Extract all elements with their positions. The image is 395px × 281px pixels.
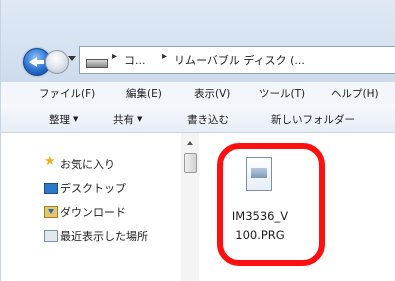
share-label: 共有 bbox=[113, 114, 134, 126]
menu-bar: ファイル(F) 編集(E) 表示(V) ツール(T) ヘルプ(H) bbox=[1, 82, 395, 105]
chevron-down-icon: ▼ bbox=[73, 115, 79, 123]
organize-button[interactable]: 整理 ▼ bbox=[49, 112, 78, 127]
nav-item-label: 最近表示した場所 bbox=[60, 230, 148, 243]
downloads-icon bbox=[44, 206, 58, 218]
star-icon: ★ bbox=[44, 154, 56, 169]
history-dropdown-icon[interactable] bbox=[68, 56, 76, 61]
menu-edit[interactable]: 編集(E) bbox=[126, 86, 162, 101]
new-folder-button[interactable]: 新しいフォルダー bbox=[271, 112, 355, 127]
explorer-window: ▸ コ... ▸ リムーバブル ディスク (... ファイル(F) 編集(E) … bbox=[0, 0, 395, 281]
address-toolbar: ▸ コ... ▸ リムーバブル ディスク (... bbox=[1, 0, 395, 82]
breadcrumb-separator[interactable]: ▸ bbox=[162, 51, 167, 62]
nav-item-label: ダウンロード bbox=[60, 206, 126, 219]
nav-item-label: デスクトップ bbox=[60, 182, 126, 195]
breadcrumb-computer[interactable]: コ... bbox=[124, 52, 146, 68]
recent-places-icon bbox=[44, 230, 58, 242]
breadcrumb-removable-disk[interactable]: リムーバブル ディスク (... bbox=[174, 52, 305, 68]
nav-pane-scrollbar[interactable] bbox=[181, 133, 199, 281]
navigation-pane: ★ お気に入り デスクトップ ダウンロード 最近表示した場所 bbox=[1, 133, 181, 281]
menu-file[interactable]: ファイル(F) bbox=[39, 86, 95, 101]
menu-help[interactable]: ヘルプ(H) bbox=[331, 86, 379, 101]
menu-view[interactable]: 表示(V) bbox=[194, 86, 230, 101]
chevron-down-icon: ▼ bbox=[137, 115, 143, 123]
share-button[interactable]: 共有 ▼ bbox=[113, 112, 142, 127]
scroll-up-arrow-icon[interactable] bbox=[187, 141, 193, 145]
forward-button[interactable] bbox=[45, 50, 69, 74]
command-bar: 整理 ▼ 共有 ▼ 書き込む 新しいフォルダー bbox=[1, 104, 395, 133]
organize-label: 整理 bbox=[49, 114, 70, 126]
desktop-icon bbox=[44, 183, 58, 194]
menu-tools[interactable]: ツール(T) bbox=[259, 86, 305, 101]
breadcrumb-separator[interactable]: ▸ bbox=[112, 51, 117, 62]
drive-icon bbox=[86, 59, 108, 68]
nav-item-label: お気に入り bbox=[60, 158, 115, 171]
address-bar[interactable]: ▸ コ... ▸ リムーバブル ディスク (... bbox=[79, 46, 395, 74]
burn-button[interactable]: 書き込む bbox=[187, 112, 229, 127]
scroll-thumb[interactable] bbox=[184, 153, 197, 173]
red-highlight-outline bbox=[217, 143, 325, 266]
